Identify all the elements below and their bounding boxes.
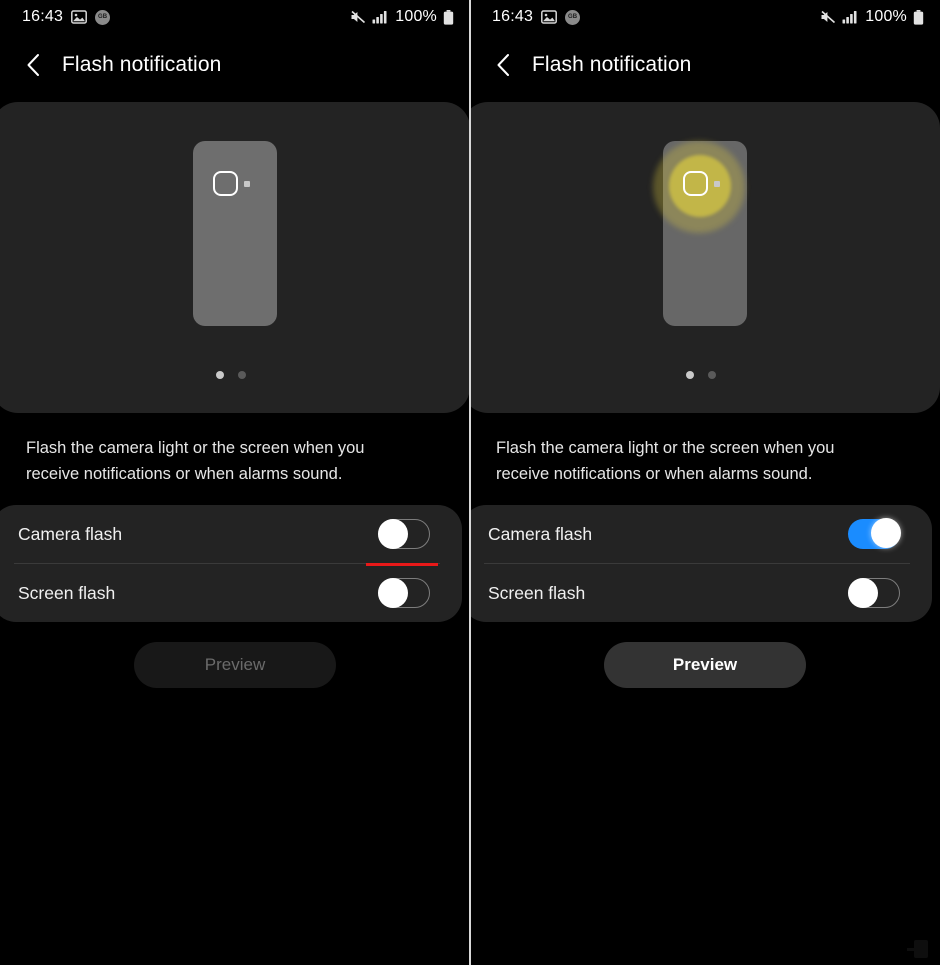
phone-body — [193, 140, 277, 326]
status-bar: 16:43 GB 100% — [470, 0, 940, 34]
battery-percent: 100% — [395, 8, 437, 25]
chevron-left-icon — [497, 54, 509, 76]
illustration-card — [0, 102, 470, 413]
screen-divider — [469, 0, 471, 965]
battery-icon — [443, 9, 454, 25]
camera-lens-icon — [683, 170, 708, 196]
page-dot-2[interactable] — [238, 371, 246, 379]
phone-illustration — [470, 102, 940, 364]
battery-icon — [913, 9, 924, 25]
phone-graphic — [653, 140, 747, 326]
status-time: 16:43 — [22, 8, 64, 25]
photo-icon — [71, 10, 87, 24]
watermark-icon — [907, 940, 928, 958]
battery-percent: 100% — [865, 8, 907, 25]
app-header: Flash notification — [470, 34, 940, 96]
status-time: 16:43 — [492, 8, 534, 25]
app-badge-icon: GB — [95, 9, 111, 25]
setting-row-screen-flash[interactable]: Screen flash — [470, 564, 932, 622]
signal-icon — [372, 11, 387, 24]
screen-flash-label: Screen flash — [488, 582, 586, 603]
page-dot-2[interactable] — [708, 371, 716, 379]
settings-card: Camera flash Screen flash — [470, 505, 932, 622]
flash-led-icon — [714, 180, 720, 187]
dual-screenshot-comparison: 16:43 GB 100% Flash notification Flash t… — [0, 0, 940, 965]
page-dot-1[interactable] — [686, 371, 694, 379]
camera-flash-toggle[interactable] — [378, 519, 430, 549]
preview-button-container: Preview — [0, 622, 470, 688]
status-bar-right: 100% — [820, 8, 924, 26]
page-dot-1[interactable] — [216, 371, 224, 379]
toggle-knob — [871, 518, 901, 548]
screen-flash-toggle[interactable] — [378, 578, 430, 608]
app-header: Flash notification — [0, 34, 470, 96]
screen-flash-label: Screen flash — [18, 582, 116, 603]
description-text: Flash the camera light or the screen whe… — [496, 439, 835, 483]
flash-led-icon — [244, 180, 250, 187]
toggle-knob — [378, 578, 408, 608]
chevron-left-icon — [27, 54, 39, 76]
page-indicator — [470, 371, 940, 379]
app-badge-text: GB — [568, 14, 578, 20]
camera-flash-toggle[interactable] — [848, 518, 901, 549]
setting-row-camera-flash[interactable]: Camera flash — [470, 505, 932, 563]
phone-illustration — [0, 102, 470, 364]
camera-flash-label: Camera flash — [18, 523, 123, 544]
page-title: Flash notification — [62, 53, 222, 76]
camera-flash-label: Camera flash — [488, 523, 593, 544]
settings-card: Camera flash Screen flash — [0, 505, 462, 622]
preview-button[interactable]: Preview — [604, 642, 806, 688]
setting-row-camera-flash[interactable]: Camera flash — [0, 505, 462, 566]
preview-button[interactable]: Preview — [134, 642, 336, 688]
mute-icon — [821, 10, 836, 24]
right-phone-screen: 16:43 GB 100% Flash notification Flash t… — [470, 0, 940, 965]
signal-icon — [842, 11, 857, 24]
left-phone-screen: 16:43 GB 100% Flash notification Flash t… — [0, 0, 470, 965]
status-bar-left: 16:43 GB — [492, 8, 581, 26]
screen-flash-toggle[interactable] — [848, 578, 900, 608]
status-bar-right: 100% — [350, 8, 454, 26]
toggle-knob — [378, 519, 408, 549]
app-badge-icon: GB — [565, 9, 581, 25]
status-bar: 16:43 GB 100% — [0, 0, 470, 34]
page-indicator — [0, 371, 470, 379]
app-badge-text: GB — [98, 14, 108, 20]
phone-body — [663, 140, 747, 326]
status-bar-left: 16:43 GB — [22, 8, 111, 26]
preview-button-container: Preview — [470, 622, 940, 688]
back-button[interactable] — [22, 52, 44, 78]
toggle-knob — [848, 578, 878, 608]
page-title: Flash notification — [532, 53, 692, 76]
illustration-card — [470, 102, 940, 413]
mute-icon — [351, 10, 366, 24]
setting-row-screen-flash[interactable]: Screen flash — [0, 564, 462, 622]
photo-icon — [541, 10, 557, 24]
back-button[interactable] — [492, 52, 514, 78]
phone-graphic — [193, 140, 277, 326]
description-text: Flash the camera light or the screen whe… — [26, 439, 365, 483]
camera-lens-icon — [213, 170, 238, 196]
